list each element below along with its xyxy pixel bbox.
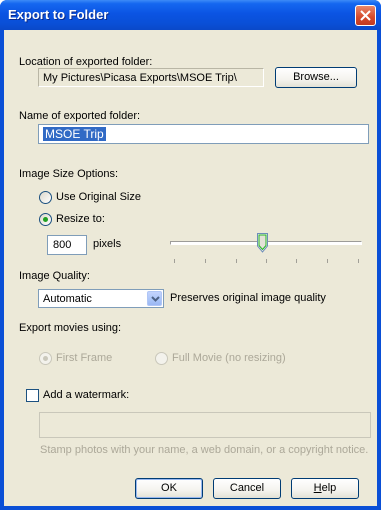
dialog-body: Location of exported folder: My Pictures…: [4, 30, 377, 506]
ok-button[interactable]: OK: [135, 478, 203, 499]
location-label: Location of exported folder:: [19, 56, 153, 68]
image-quality-value: Automatic: [43, 293, 92, 305]
resize-to-label[interactable]: Resize to:: [56, 213, 105, 225]
help-label-rest: elp: [321, 482, 337, 494]
window-bottom-border: [0, 506, 381, 510]
pixel-size-input[interactable]: 800: [47, 235, 87, 255]
location-path-field: My Pictures\Picasa Exports\MSOE Trip\: [38, 68, 264, 87]
use-original-size-label[interactable]: Use Original Size: [56, 191, 141, 203]
title-bar[interactable]: Export to Folder: [0, 0, 381, 30]
watermark-checkbox[interactable]: [26, 389, 39, 402]
export-movies-label: Export movies using:: [19, 322, 122, 334]
slider-tick: [327, 259, 328, 263]
slider-tick: [296, 259, 297, 263]
pixel-size-value: 800: [53, 239, 72, 251]
close-button[interactable]: [355, 5, 376, 26]
slider-tick: [205, 259, 206, 263]
resize-to-radio[interactable]: [39, 213, 52, 226]
quality-description: Preserves original image quality: [170, 292, 326, 304]
full-movie-radio[interactable]: [155, 352, 168, 365]
folder-name-input[interactable]: MSOE Trip: [38, 124, 369, 144]
dialog-title: Export to Folder: [8, 7, 109, 22]
browse-button[interactable]: Browse...: [275, 67, 357, 88]
first-frame-radio[interactable]: [39, 352, 52, 365]
slider-tick: [236, 259, 237, 263]
help-accelerator: H: [313, 482, 322, 494]
name-label: Name of exported folder:: [19, 110, 141, 122]
cancel-button[interactable]: Cancel: [213, 478, 281, 499]
watermark-hint: Stamp photos with your name, a web domai…: [40, 444, 369, 456]
watermark-checkbox-label[interactable]: Add a watermark:: [43, 389, 129, 401]
image-size-label: Image Size Options:: [19, 168, 119, 180]
folder-name-selected-text: MSOE Trip: [43, 127, 106, 141]
watermark-input[interactable]: [39, 412, 371, 438]
pixels-unit-label: pixels: [93, 238, 122, 250]
slider-tick: [358, 259, 359, 263]
slider-tick: [174, 259, 175, 263]
slider-thumb[interactable]: [257, 233, 268, 256]
slider-tick: [266, 259, 267, 263]
use-original-size-radio[interactable]: [39, 191, 52, 204]
first-frame-label: First Frame: [56, 352, 113, 364]
full-movie-label: Full Movie (no resizing): [172, 352, 286, 364]
radio-selected-dot: [43, 356, 48, 361]
image-quality-select[interactable]: Automatic: [38, 289, 164, 308]
help-button[interactable]: Help: [291, 478, 359, 499]
dropdown-button[interactable]: [147, 291, 162, 306]
image-quality-label: Image Quality:: [19, 270, 90, 282]
export-dialog: Export to Folder Location of exported fo…: [0, 0, 381, 510]
radio-selected-dot: [43, 217, 48, 222]
